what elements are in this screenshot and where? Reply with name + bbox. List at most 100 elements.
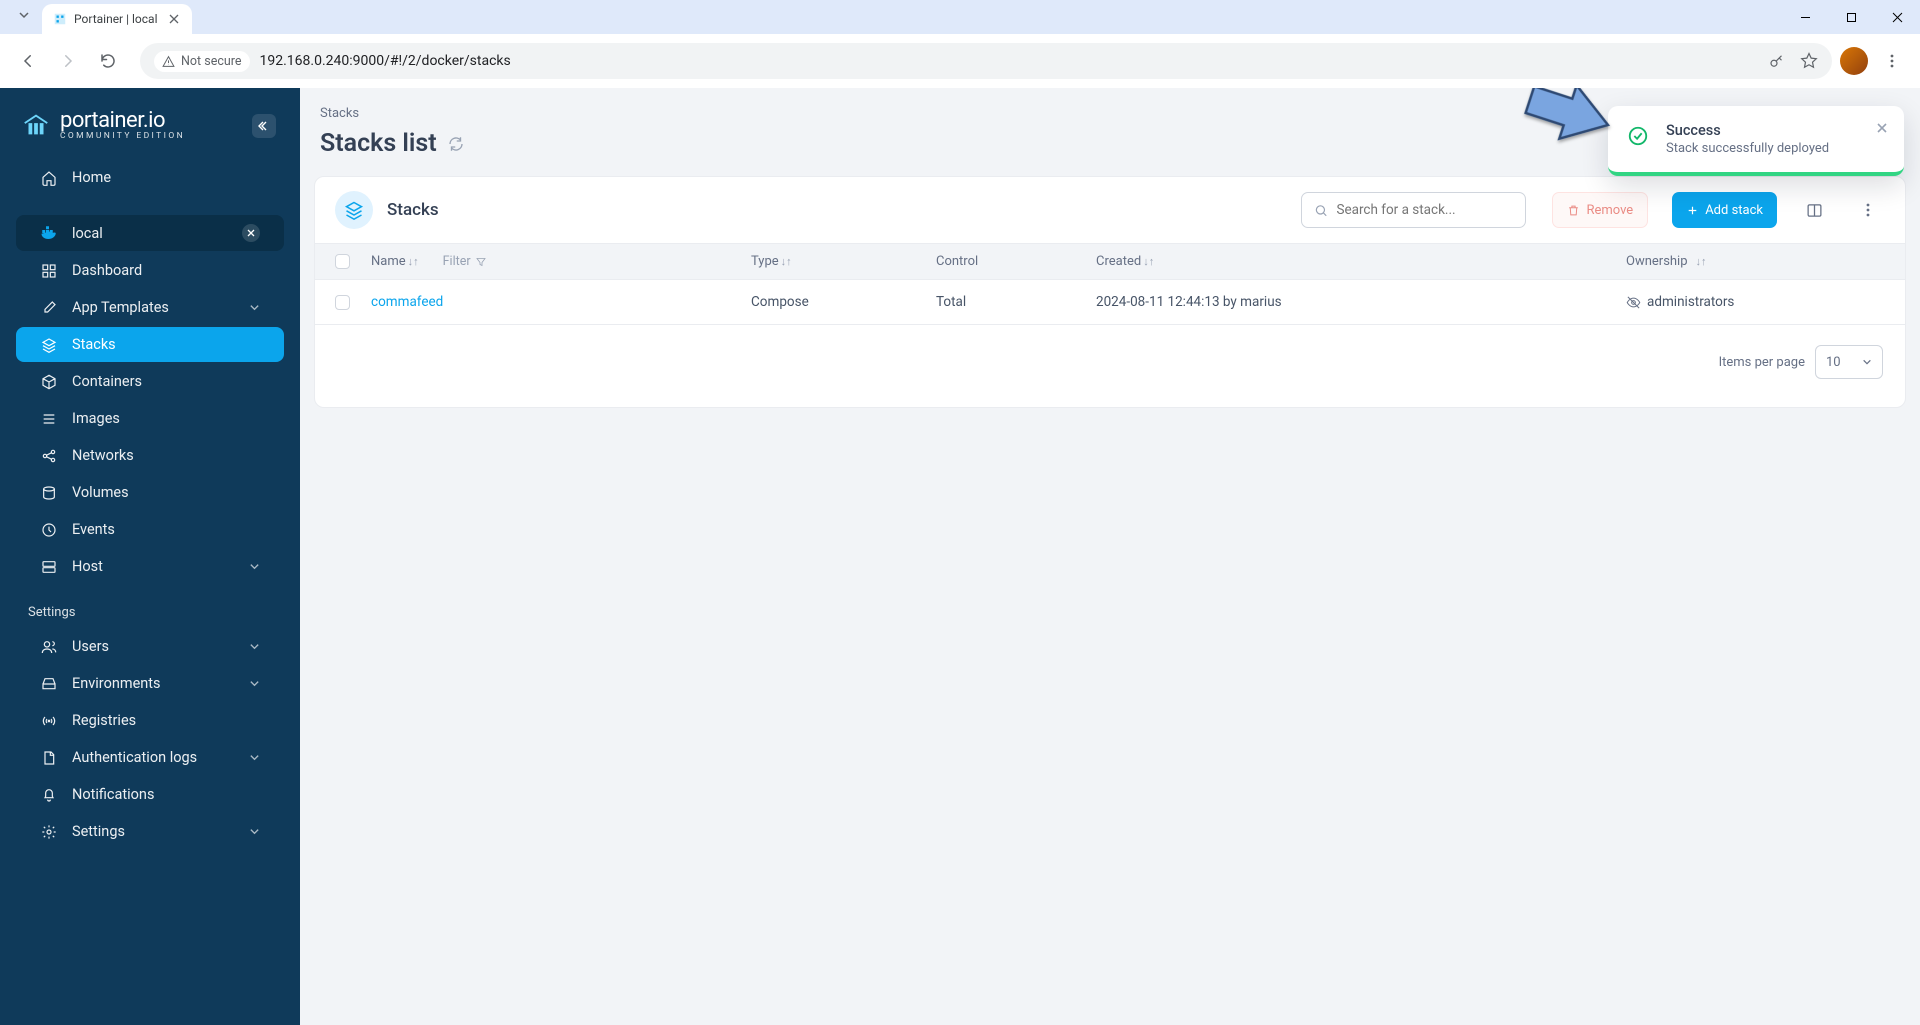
tab-title: Portainer | local <box>74 12 160 26</box>
env-close-button[interactable] <box>242 224 260 242</box>
warning-icon <box>162 55 175 68</box>
filter-button[interactable]: Filter <box>443 254 487 269</box>
toast-close-button[interactable] <box>1876 122 1888 156</box>
stack-name-link[interactable]: commafeed <box>371 294 443 310</box>
home-icon <box>40 170 58 186</box>
browser-menu-button[interactable] <box>1876 53 1908 69</box>
items-per-page-label: Items per page <box>1719 355 1805 370</box>
bell-icon <box>40 787 58 803</box>
nav-auth-logs[interactable]: Authentication logs <box>16 740 284 775</box>
sidebar: portainer.io COMMUNITY EDITION Home loca… <box>0 88 300 1025</box>
nav-volumes[interactable]: Volumes <box>16 475 284 510</box>
nav-home[interactable]: Home <box>16 160 284 195</box>
main-content: Stacks Stacks list Stacks Remove Add s <box>300 88 1920 1025</box>
logo-text: portainer.io <box>60 108 185 133</box>
chevron-down-icon <box>1862 357 1872 367</box>
toast-title: Success <box>1666 122 1862 139</box>
dashboard-icon <box>40 263 58 279</box>
window-maximize-button[interactable] <box>1828 0 1874 34</box>
nav-host[interactable]: Host <box>16 549 284 584</box>
layers-icon <box>335 191 373 229</box>
docker-icon <box>40 224 58 242</box>
window-controls <box>1782 0 1920 34</box>
refresh-button[interactable] <box>447 135 465 153</box>
chevron-down-icon <box>249 641 260 652</box>
eye-off-icon <box>1626 295 1641 310</box>
cell-created: 2024-08-11 12:44:13 by marius <box>1096 294 1626 310</box>
share-icon <box>40 448 58 464</box>
cell-type: Compose <box>751 294 936 310</box>
nav-containers[interactable]: Containers <box>16 364 284 399</box>
chevron-down-icon <box>249 678 260 689</box>
nav-notifications[interactable]: Notifications <box>16 777 284 812</box>
nav-app-templates[interactable]: App Templates <box>16 290 284 325</box>
nav-stacks[interactable]: Stacks <box>16 327 284 362</box>
chevron-down-icon <box>249 561 260 572</box>
nav-events[interactable]: Events <box>16 512 284 547</box>
nav-images[interactable]: Images <box>16 401 284 436</box>
sidebar-collapse-button[interactable] <box>252 114 276 138</box>
check-circle-icon <box>1624 122 1652 150</box>
chevron-down-icon <box>249 302 260 313</box>
col-created-header[interactable]: Created↓↑ <box>1096 254 1626 269</box>
stacks-panel: Stacks Remove Add stack <box>314 176 1906 408</box>
clock-icon <box>40 522 58 538</box>
search-input[interactable] <box>1301 192 1526 228</box>
search-icon <box>1314 203 1328 218</box>
col-type-header[interactable]: Type↓↑ <box>751 254 936 269</box>
server-icon <box>40 559 58 575</box>
back-button[interactable] <box>12 45 44 77</box>
nav-environment[interactable]: local <box>16 215 284 251</box>
plus-icon <box>1686 204 1699 217</box>
row-checkbox[interactable] <box>335 295 350 310</box>
window-minimize-button[interactable] <box>1782 0 1828 34</box>
col-ownership-header[interactable]: Ownership↓↑ <box>1626 254 1885 269</box>
forward-button[interactable] <box>52 45 84 77</box>
url-input[interactable]: Not secure 192.168.0.240:9000/#!/2/docke… <box>140 43 1832 79</box>
nav-networks[interactable]: Networks <box>16 438 284 473</box>
nav-settings[interactable]: Settings <box>16 814 284 849</box>
browser-tab[interactable]: Portainer | local <box>42 4 192 34</box>
nav-environments[interactable]: Environments <box>16 666 284 701</box>
toast-message: Stack successfully deployed <box>1666 141 1862 156</box>
database-icon <box>40 485 58 501</box>
more-options-button[interactable] <box>1851 193 1885 227</box>
table-header: Name↓↑ Filter Type↓↑ Control Created↓↑ O… <box>315 243 1905 280</box>
not-secure-badge[interactable]: Not secure <box>154 51 250 72</box>
password-key-icon[interactable] <box>1768 52 1786 70</box>
funnel-icon <box>475 256 487 268</box>
window-close-button[interactable] <box>1874 0 1920 34</box>
address-bar: Not secure 192.168.0.240:9000/#!/2/docke… <box>0 34 1920 88</box>
bookmark-star-icon[interactable] <box>1800 52 1818 70</box>
app-root: portainer.io COMMUNITY EDITION Home loca… <box>0 88 1920 1025</box>
cell-control: Total <box>936 294 1096 310</box>
nav-dashboard[interactable]: Dashboard <box>16 253 284 288</box>
add-stack-button[interactable]: Add stack <box>1672 192 1777 228</box>
columns-button[interactable] <box>1797 193 1831 227</box>
hard-drive-icon <box>40 676 58 692</box>
tab-bar: Portainer | local <box>0 0 1920 34</box>
panel-title: Stacks <box>387 200 1287 220</box>
gear-icon <box>40 824 58 840</box>
logo-subtitle: COMMUNITY EDITION <box>60 131 185 141</box>
portainer-logo-icon <box>20 109 52 141</box>
tab-close-button[interactable] <box>166 11 182 27</box>
success-toast: Success Stack successfully deployed <box>1608 106 1904 176</box>
items-per-page-select[interactable]: 10 <box>1815 345 1883 379</box>
stacks-table: Name↓↑ Filter Type↓↑ Control Created↓↑ O… <box>315 243 1905 325</box>
layers-icon <box>40 337 58 353</box>
users-icon <box>40 639 58 655</box>
remove-button: Remove <box>1552 192 1648 228</box>
profile-avatar[interactable] <box>1840 47 1868 75</box>
col-name-header[interactable]: Name↓↑ <box>371 254 419 269</box>
chevron-down-icon <box>249 826 260 837</box>
radio-icon <box>40 713 58 729</box>
reload-button[interactable] <box>92 45 124 77</box>
table-footer: Items per page 10 <box>315 325 1905 407</box>
select-all-checkbox[interactable] <box>335 254 350 269</box>
panel-header: Stacks Remove Add stack <box>315 177 1905 243</box>
tab-search-button[interactable] <box>10 1 38 29</box>
nav-users[interactable]: Users <box>16 629 284 664</box>
table-row[interactable]: commafeed Compose Total 2024-08-11 12:44… <box>315 280 1905 325</box>
nav-registries[interactable]: Registries <box>16 703 284 738</box>
